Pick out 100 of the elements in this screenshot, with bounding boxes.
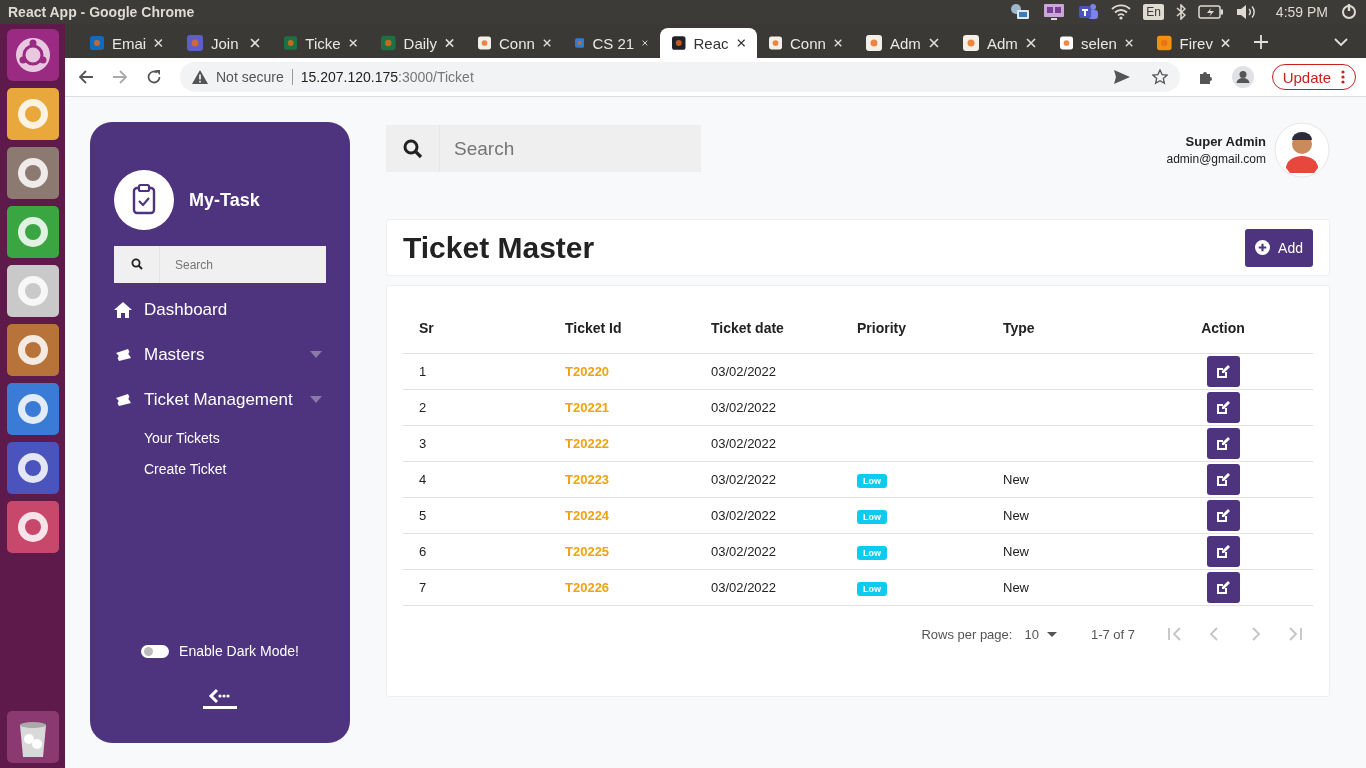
clipboard-icon — [114, 170, 174, 230]
table-cell-text: 3 — [418, 436, 428, 451]
close-icon[interactable] — [736, 38, 745, 48]
ticket-icon — [114, 348, 132, 361]
update-button[interactable]: Update — [1271, 64, 1356, 90]
app-launcher-icon[interactable] — [6, 324, 59, 376]
favicon-icon — [381, 35, 396, 51]
browser-tab[interactable]: CS 21 — [563, 28, 660, 58]
reload-icon[interactable] — [146, 69, 162, 85]
nav-subitem[interactable]: Your Tickets — [114, 422, 220, 453]
table-cell-text: 6 — [418, 544, 428, 559]
edit-button[interactable] — [1206, 428, 1240, 459]
edit-button[interactable] — [1206, 536, 1240, 567]
bluetooth-icon[interactable] — [1175, 4, 1186, 20]
edit-button[interactable] — [1206, 392, 1240, 423]
wifi-icon[interactable] — [1111, 4, 1132, 20]
table-cell: New — [1003, 544, 1029, 559]
plus-circle-icon — [1255, 240, 1271, 255]
column-header: Ticket date — [710, 319, 785, 336]
caret-down-icon — [1046, 631, 1057, 637]
app-launcher-icon[interactable] — [6, 147, 59, 199]
app-name: My-Task — [189, 189, 260, 211]
browser-tab[interactable]: Emai — [78, 28, 175, 58]
rows-per-page-label: Rows per page: — [921, 626, 1013, 642]
browser-tab[interactable]: Join — [175, 28, 272, 58]
chat-app-icon[interactable] — [1077, 2, 1100, 22]
user-name: Super Admin — [1185, 134, 1266, 149]
network-icon[interactable] — [1009, 3, 1032, 21]
nav-item[interactable]: Dashboard — [114, 287, 326, 332]
keyboard-layout-indicator[interactable]: En — [1143, 4, 1164, 20]
favicon-icon — [284, 35, 298, 51]
new-tab-icon[interactable] — [1254, 35, 1268, 49]
battery-icon[interactable] — [1197, 5, 1224, 19]
table-cell-text: 5 — [418, 508, 428, 523]
edit-button[interactable] — [1206, 500, 1240, 531]
star-icon[interactable] — [1151, 69, 1168, 85]
app-launcher-icon[interactable] — [6, 88, 59, 140]
edit-button[interactable] — [1206, 572, 1240, 603]
volume-icon[interactable] — [1235, 4, 1258, 20]
priority-badge: Low — [857, 546, 887, 560]
collapse-arrow-icon[interactable] — [203, 687, 237, 709]
edit-button[interactable] — [1206, 464, 1240, 495]
dark-mode-toggle[interactable] — [141, 644, 170, 658]
nav-subitem[interactable]: Create Ticket — [114, 453, 227, 484]
browser-tab[interactable]: Ticke — [272, 28, 369, 58]
favicon-icon — [1157, 35, 1172, 51]
table-cell-text: 03/02/2022 — [710, 580, 778, 595]
power-icon[interactable] — [1340, 3, 1358, 21]
app-launcher-icon[interactable] — [6, 206, 59, 258]
edit-icon — [1216, 544, 1230, 559]
address-bar[interactable]: Not secure 15.207.120.175:3000/Ticket — [180, 62, 1180, 92]
avatar[interactable] — [1274, 122, 1330, 178]
caret-down-icon — [310, 396, 322, 403]
send-icon[interactable] — [1113, 70, 1130, 84]
close-icon[interactable] — [642, 38, 648, 48]
edit-icon — [1216, 508, 1230, 523]
favicon-icon — [1060, 35, 1073, 51]
display-icon[interactable] — [1043, 3, 1066, 21]
app-launcher-icon[interactable] — [6, 442, 59, 494]
puzzle-icon[interactable] — [1197, 69, 1214, 85]
app-launcher-icon[interactable] — [6, 383, 59, 435]
table-cell-text: 7 — [418, 580, 428, 595]
url-text: 15.207.120.175:3000/Ticket — [300, 69, 474, 85]
search-field[interactable]: Search — [386, 125, 701, 172]
browser-tab[interactable]: Adm — [951, 28, 1048, 58]
column-header: Type — [1002, 319, 1036, 336]
browser-tab[interactable]: Daily — [369, 28, 466, 58]
browser-tab[interactable]: Conn — [466, 28, 563, 58]
rows-per-page-select[interactable]: 10 — [1024, 626, 1057, 642]
search-field[interactable]: Search — [114, 246, 326, 283]
favicon-icon — [769, 35, 782, 51]
security-label: Not secure — [216, 69, 284, 85]
browser-tab[interactable]: Adm — [854, 28, 951, 58]
add-button[interactable]: Add — [1245, 228, 1313, 267]
chevron-down-icon[interactable] — [1334, 38, 1348, 46]
ubuntu-logo-icon[interactable] — [6, 29, 59, 81]
nav-item[interactable]: Masters — [114, 332, 326, 377]
edit-button[interactable] — [1206, 356, 1240, 387]
browser-tab[interactable]: Conn — [757, 28, 854, 58]
back-icon[interactable] — [78, 69, 94, 85]
browser-tab[interactable]: selen — [1048, 28, 1145, 58]
table-cell-text: 03/02/2022 — [710, 400, 778, 415]
profile-icon[interactable] — [1231, 66, 1254, 88]
favicon-icon — [478, 35, 491, 51]
table-cell-text: 4 — [418, 472, 428, 487]
clock[interactable]: 4:59 PM — [1275, 4, 1328, 20]
favicon-icon — [866, 35, 882, 51]
trash-icon[interactable] — [6, 711, 59, 763]
app-launcher-icon[interactable] — [6, 265, 59, 317]
home-icon — [114, 301, 132, 318]
column-header: Action — [1201, 319, 1245, 336]
dark-mode-label: Enable Dark Mode! — [179, 643, 299, 659]
priority-badge: Low — [857, 582, 887, 596]
browser-tab[interactable]: Reac — [660, 28, 757, 58]
app-launcher-icon[interactable] — [6, 501, 59, 553]
window-title: React App - Google Chrome — [8, 4, 195, 20]
browser-tab[interactable]: Firev — [1145, 28, 1242, 58]
nav-item[interactable]: Ticket Management — [114, 377, 326, 422]
ticket-icon — [114, 393, 132, 406]
table-cell-text: 03/02/2022 — [710, 364, 778, 379]
